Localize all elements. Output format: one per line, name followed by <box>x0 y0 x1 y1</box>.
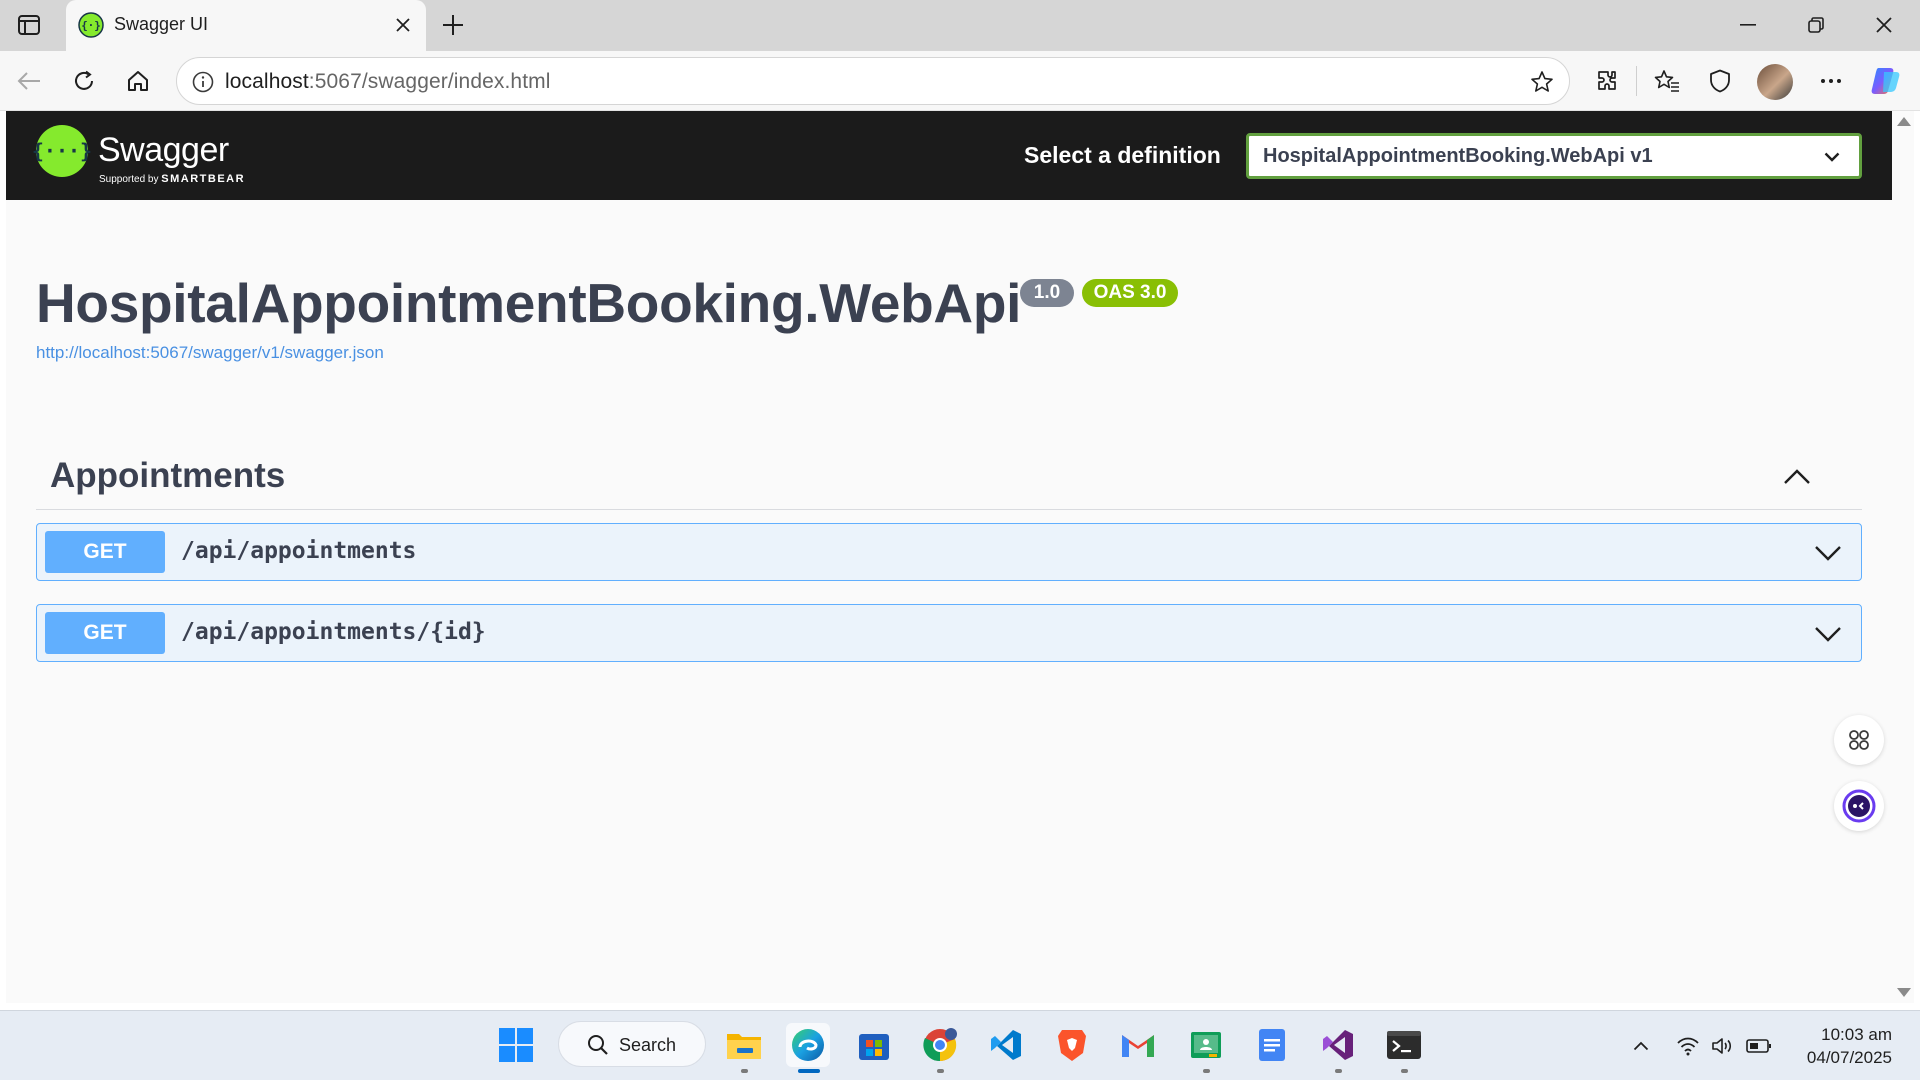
taskbar-clock[interactable]: 10:03 am 04/07/2025 <box>1792 1023 1892 1069</box>
search-label: Search <box>619 1035 677 1055</box>
browser-tab-bar: {·} Swagger UI <box>0 0 1920 51</box>
close-window-icon[interactable] <box>1856 8 1912 42</box>
visual-studio-icon[interactable] <box>1316 1023 1360 1073</box>
active-indicator <box>798 1069 820 1073</box>
swagger-brand: Swagger <box>98 131 229 169</box>
definition-select[interactable]: HospitalAppointmentBooking.WebApi v1 <box>1246 133 1862 179</box>
running-indicator <box>1335 1069 1342 1073</box>
edge-icon[interactable] <box>786 1023 830 1073</box>
minimize-icon[interactable] <box>1720 8 1776 42</box>
swagger-favicon: {·} <box>78 12 104 38</box>
chevron-down-icon[interactable] <box>1811 617 1845 651</box>
operation-path: /api/appointments/{id} <box>181 619 486 645</box>
brave-icon[interactable] <box>1050 1023 1094 1067</box>
star-icon[interactable] <box>1527 67 1557 97</box>
operation-path: /api/appointments <box>181 538 417 564</box>
running-indicator <box>1401 1069 1408 1073</box>
battery-icon[interactable] <box>1746 1033 1772 1059</box>
close-icon[interactable] <box>390 12 416 38</box>
clock-date: 04/07/2025 <box>1806 1048 1892 1067</box>
method-badge: GET <box>45 612 165 654</box>
info-icon[interactable] <box>189 68 217 96</box>
chevron-down-icon[interactable] <box>1811 536 1845 570</box>
extensions-icon[interactable] <box>1590 64 1624 98</box>
classroom-icon[interactable] <box>1184 1023 1228 1073</box>
tab-actions-icon[interactable] <box>14 12 44 38</box>
chrome-icon[interactable] <box>918 1023 962 1073</box>
home-icon[interactable] <box>121 64 155 98</box>
clock-time: 10:03 am <box>1821 1025 1892 1044</box>
definition-select-value: HospitalAppointmentBooking.WebApi v1 <box>1263 145 1653 167</box>
scroll-up-icon[interactable] <box>1897 117 1911 126</box>
more-icon[interactable] <box>1814 64 1848 98</box>
running-indicator <box>937 1069 944 1073</box>
file-explorer-icon[interactable] <box>722 1023 766 1073</box>
tag-header-appointments[interactable]: Appointments <box>36 446 1862 510</box>
version-badge: 1.0 <box>1020 279 1074 307</box>
taskbar-search[interactable]: Search <box>558 1021 706 1067</box>
assistant-icon[interactable] <box>1834 781 1884 831</box>
favorites-icon[interactable] <box>1650 64 1684 98</box>
volume-icon[interactable] <box>1710 1033 1736 1059</box>
shield-icon[interactable] <box>1703 64 1737 98</box>
toolbar-separator <box>1636 66 1637 96</box>
terminal-icon[interactable] <box>1382 1023 1426 1073</box>
page-viewport: {···} Swagger Supported by SMARTBEAR Sel… <box>6 111 1892 1003</box>
avatar[interactable] <box>1757 64 1793 100</box>
tag-title: Appointments <box>50 456 286 495</box>
gmail-icon[interactable] <box>1116 1023 1160 1067</box>
taskbar: Search 10:03 am 04/07/2025 <box>0 1010 1920 1080</box>
vscode-icon[interactable] <box>984 1023 1028 1067</box>
select-definition-label: Select a definition <box>1024 142 1221 168</box>
docs-icon[interactable] <box>1250 1023 1294 1067</box>
svg-text:{·}: {·} <box>81 19 101 32</box>
running-indicator <box>741 1069 748 1073</box>
scroll-down-icon[interactable] <box>1897 988 1911 997</box>
address-bar[interactable]: localhost:5067/swagger/index.html <box>176 57 1570 105</box>
plus-icon[interactable] <box>438 10 468 40</box>
swagger-topbar: {···} Swagger Supported by SMARTBEAR Sel… <box>6 111 1892 200</box>
chevron-down-icon <box>1821 146 1843 168</box>
smartbear-tagline: Supported by SMARTBEAR <box>99 173 246 185</box>
url-text: localhost:5067/swagger/index.html <box>225 70 551 93</box>
store-icon[interactable] <box>852 1023 896 1067</box>
page-scrollbar[interactable] <box>1892 111 1914 1003</box>
running-indicator <box>1203 1069 1210 1073</box>
browser-toolbar: localhost:5067/swagger/index.html <box>0 51 1920 111</box>
api-title: HospitalAppointmentBooking.WebApi <box>36 272 1022 334</box>
apps-icon[interactable] <box>1834 715 1884 765</box>
chevron-up-icon[interactable] <box>1628 1033 1654 1059</box>
refresh-icon[interactable] <box>67 64 101 98</box>
back-icon[interactable] <box>12 64 46 98</box>
chevron-up-icon[interactable] <box>1780 460 1814 494</box>
method-badge: GET <box>45 531 165 573</box>
swagger-logo-icon[interactable]: {···} <box>32 125 92 177</box>
tab-title: Swagger UI <box>114 14 209 34</box>
opblock-get-appointment-by-id[interactable]: GET /api/appointments/{id} <box>36 604 1862 662</box>
windows-start-icon[interactable] <box>494 1023 538 1067</box>
wifi-icon[interactable] <box>1675 1033 1701 1059</box>
opblock-get-appointments[interactable]: GET /api/appointments <box>36 523 1862 581</box>
search-icon <box>588 1035 608 1055</box>
restore-icon[interactable] <box>1788 8 1844 42</box>
spec-url-link[interactable]: http://localhost:5067/swagger/v1/swagger… <box>36 343 384 363</box>
copilot-icon[interactable] <box>1869 64 1903 98</box>
browser-tab-swagger[interactable]: {·} Swagger UI <box>66 0 426 51</box>
oas-badge: OAS 3.0 <box>1082 279 1178 307</box>
